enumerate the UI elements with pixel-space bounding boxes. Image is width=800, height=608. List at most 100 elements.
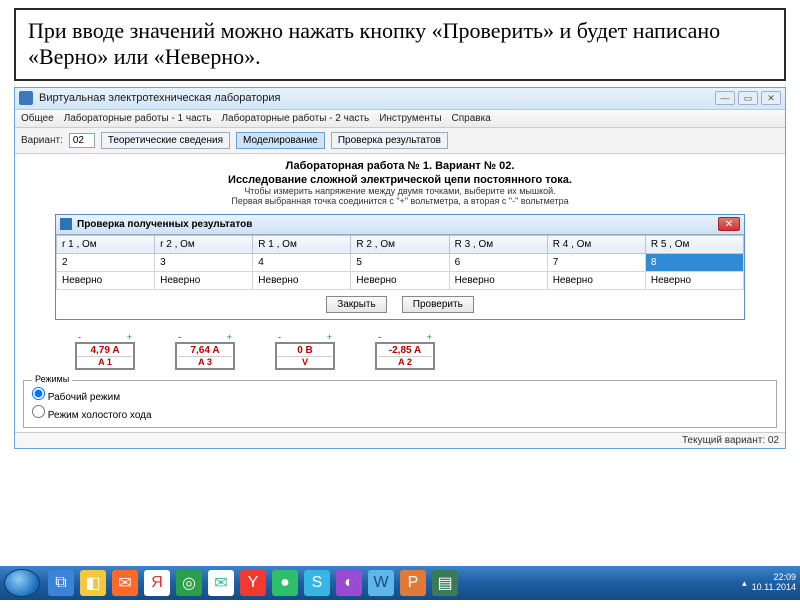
- meters-row: - + 4,79 AA 1 - + 7,64 AA 3 -+ 0 ВV - + -2,…: [15, 326, 785, 380]
- menu-item[interactable]: Общее: [21, 113, 54, 124]
- menu-item[interactable]: Лабораторные работы - 1 часть: [64, 113, 212, 124]
- check-button[interactable]: Проверить: [402, 296, 474, 313]
- close-dialog-button[interactable]: Закрыть: [326, 296, 387, 313]
- cell-status: Неверно: [547, 271, 645, 289]
- cell-status: Неверно: [449, 271, 547, 289]
- meter-value: 7,64 A: [178, 345, 232, 356]
- app-window: Виртуальная электротехническая лаборатор…: [14, 87, 786, 449]
- cell-value[interactable]: 3: [155, 253, 253, 271]
- menu-item[interactable]: Лабораторные работы - 2 часть: [221, 113, 369, 124]
- close-button[interactable]: ✕: [761, 91, 781, 105]
- taskbar-app-icon[interactable]: ◐: [336, 570, 362, 596]
- taskbar-app-icon[interactable]: ▤: [432, 570, 458, 596]
- app-icon: [19, 91, 33, 105]
- tray-arrow-icon[interactable]: ▴: [742, 578, 747, 589]
- meter-label: A 3: [178, 356, 232, 367]
- col-header[interactable]: R 4 , Ом: [547, 235, 645, 253]
- taskbar-items: ⧉◧✉Я◎✉Y●S◐WP▤: [48, 570, 458, 596]
- col-header[interactable]: R 5 , Ом: [645, 235, 743, 253]
- col-header[interactable]: R 2 , Ом: [351, 235, 449, 253]
- tab-theory[interactable]: Теоретические сведения: [101, 132, 230, 149]
- meter-value: -2,85 A: [378, 345, 432, 356]
- cell-value[interactable]: 2: [57, 253, 155, 271]
- col-header[interactable]: R 3 , Ом: [449, 235, 547, 253]
- col-header[interactable]: r 2 , Ом: [155, 235, 253, 253]
- plus-terminal: +: [127, 332, 132, 342]
- cell-value[interactable]: 4: [253, 253, 351, 271]
- slide-caption: При вводе значений можно нажать кнопку «…: [14, 8, 786, 81]
- clock[interactable]: 22:09 10.11.2014: [752, 573, 796, 593]
- cell-value[interactable]: 6: [449, 253, 547, 271]
- taskbar: ⧉◧✉Я◎✉Y●S◐WP▤ ▴ 22:09 10.11.2014: [0, 566, 800, 600]
- dialog-close-button[interactable]: ✕: [718, 217, 740, 231]
- dialog-buttons: Закрыть Проверить: [56, 290, 744, 319]
- statusbar: Текущий вариант: 02: [15, 432, 785, 448]
- menu-item[interactable]: Справка: [452, 113, 491, 124]
- lab-hint: Первая выбранная точка соединится с "+" …: [23, 196, 777, 206]
- meter-label: A 1: [78, 356, 132, 367]
- minimize-button[interactable]: —: [715, 91, 735, 105]
- cell-value[interactable]: 7: [547, 253, 645, 271]
- minus-terminal: -: [378, 332, 381, 342]
- minus-terminal: -: [78, 332, 81, 342]
- lab-subtitle: Исследование сложной электрической цепи …: [23, 174, 777, 186]
- taskbar-app-icon[interactable]: ◧: [80, 570, 106, 596]
- toolbar: Вариант: 02 Теоретические сведения Модел…: [15, 128, 785, 154]
- dialog-titlebar[interactable]: Проверка полученных результатов ✕: [56, 215, 744, 235]
- taskbar-app-icon[interactable]: ●: [272, 570, 298, 596]
- start-button[interactable]: [4, 569, 40, 597]
- minus-terminal: -: [178, 332, 181, 342]
- taskbar-app-icon[interactable]: W: [368, 570, 394, 596]
- modes-group: Режимы Рабочий режим Режим холостого ход…: [23, 380, 777, 428]
- cell-status: Неверно: [155, 271, 253, 289]
- cell-value-selected[interactable]: 8: [645, 253, 743, 271]
- taskbar-app-icon[interactable]: ✉: [112, 570, 138, 596]
- taskbar-app-icon[interactable]: S: [304, 570, 330, 596]
- col-header[interactable]: R 1 , Ом: [253, 235, 351, 253]
- taskbar-app-icon[interactable]: Y: [240, 570, 266, 596]
- plus-terminal: +: [427, 332, 432, 342]
- meter: - + 7,64 AA 3: [175, 332, 235, 370]
- app-title: Виртуальная электротехническая лаборатор…: [39, 92, 715, 104]
- menu-item[interactable]: Инструменты: [379, 113, 441, 124]
- meter: -+ 0 ВV: [275, 332, 335, 370]
- app-titlebar: Виртуальная электротехническая лаборатор…: [15, 88, 785, 110]
- minus-terminal: -: [278, 332, 281, 342]
- meter-label: V: [278, 356, 332, 367]
- tab-results[interactable]: Проверка результатов: [331, 132, 448, 149]
- taskbar-app-icon[interactable]: P: [400, 570, 426, 596]
- taskbar-app-icon[interactable]: ◎: [176, 570, 202, 596]
- variant-input[interactable]: 02: [69, 133, 95, 148]
- mode-option-working[interactable]: Рабочий режим: [32, 387, 768, 403]
- meter-value: 4,79 A: [78, 345, 132, 356]
- cell-status: Неверно: [57, 271, 155, 289]
- modes-legend: Режимы: [32, 374, 72, 384]
- meter-value: 0 В: [278, 345, 332, 356]
- meter: - + 4,79 AA 1: [75, 332, 135, 370]
- window-controls: — ▭ ✕: [715, 91, 781, 105]
- col-header[interactable]: r 1 , Ом: [57, 235, 155, 253]
- tab-modeling[interactable]: Моделирование: [236, 132, 325, 149]
- lab-title: Лабораторная работа № 1. Вариант № 02.: [23, 160, 777, 172]
- dialog-icon: [60, 218, 72, 230]
- menubar: Общее Лабораторные работы - 1 часть Лабо…: [15, 110, 785, 128]
- maximize-button[interactable]: ▭: [738, 91, 758, 105]
- taskbar-app-icon[interactable]: Я: [144, 570, 170, 596]
- mode-option-idle[interactable]: Режим холостого хода: [32, 405, 768, 421]
- worksheet-header: Лабораторная работа № 1. Вариант № 02. И…: [15, 154, 785, 210]
- plus-terminal: +: [227, 332, 232, 342]
- dialog-title: Проверка полученных результатов: [77, 219, 718, 230]
- cell-value[interactable]: 5: [351, 253, 449, 271]
- table-row: 2 3 4 5 6 7 8: [57, 253, 744, 271]
- lab-hint: Чтобы измерить напряжение между двумя то…: [23, 186, 777, 196]
- taskbar-app-icon[interactable]: ✉: [208, 570, 234, 596]
- variant-label: Вариант:: [21, 135, 63, 146]
- meter: - + -2,85 AA 2: [375, 332, 435, 370]
- taskbar-app-icon[interactable]: ⧉: [48, 570, 74, 596]
- table-row: Неверно Неверно Неверно Неверно Неверно …: [57, 271, 744, 289]
- meter-label: A 2: [378, 356, 432, 367]
- clock-date: 10.11.2014: [752, 583, 796, 593]
- cell-status: Неверно: [645, 271, 743, 289]
- table-header-row: r 1 , Ом r 2 , Ом R 1 , Ом R 2 , Ом R 3 …: [57, 235, 744, 253]
- system-tray[interactable]: ▴ 22:09 10.11.2014: [742, 573, 796, 593]
